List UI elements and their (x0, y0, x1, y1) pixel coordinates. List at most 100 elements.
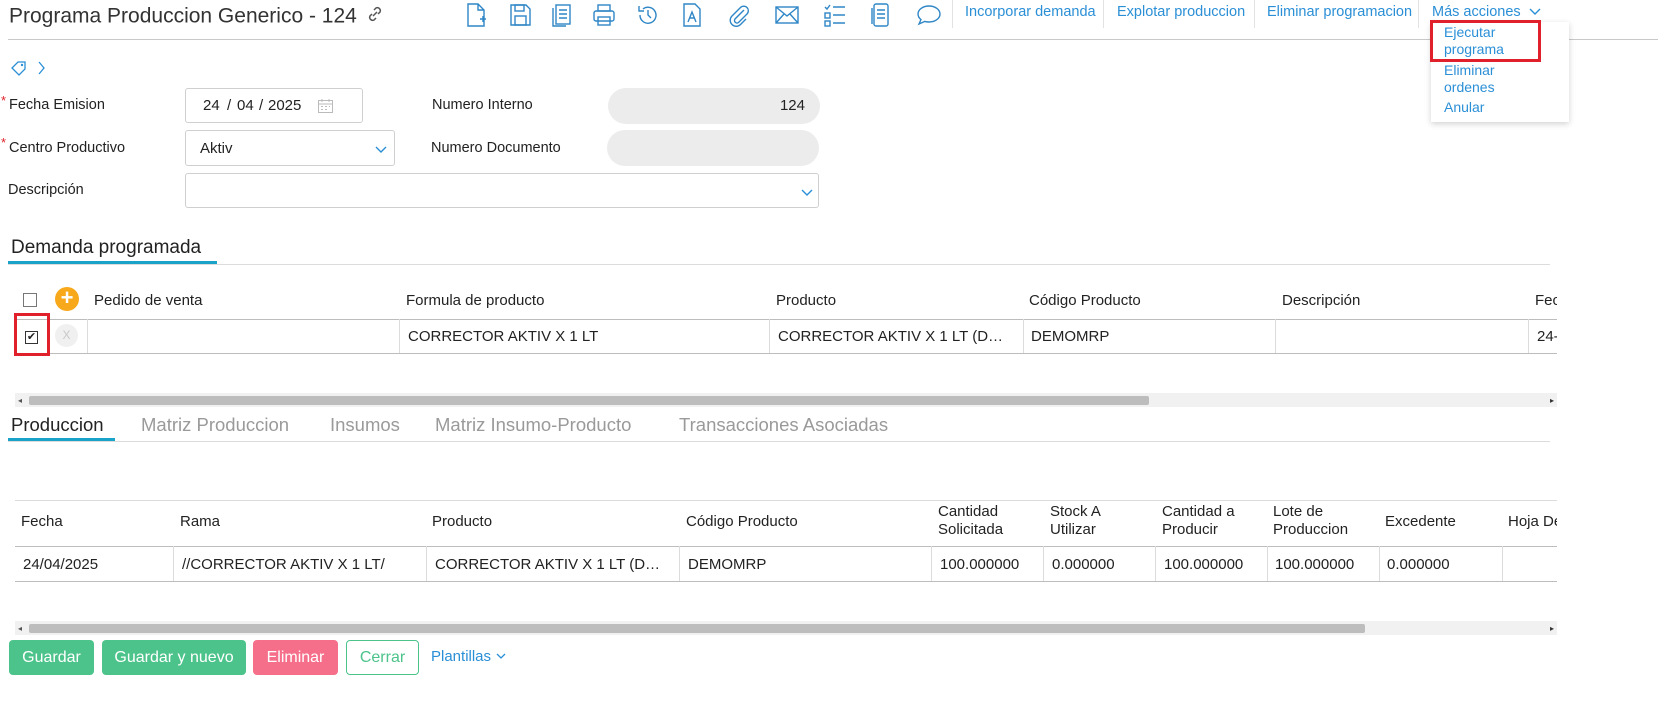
horizontal-scrollbar[interactable]: ◂ ▸ (15, 393, 1557, 407)
fecha-day: 24 (203, 97, 220, 114)
add-row-button[interactable]: + (55, 287, 79, 311)
doc-list-icon[interactable] (866, 0, 896, 30)
mas-acciones-label: Más acciones (1432, 4, 1521, 20)
table-cell[interactable]: 100.000000 (940, 556, 1040, 573)
column-header[interactable]: Rama (180, 513, 220, 530)
plus-icon: + (60, 285, 74, 310)
table-cell[interactable]: CORRECTOR AKTIV X 1 LT (D… (778, 328, 1018, 345)
scroll-right-icon[interactable]: ▸ (1550, 624, 1554, 633)
chevron-right-icon[interactable] (36, 59, 46, 81)
mas-acciones-dropdown[interactable]: Más acciones (1432, 4, 1542, 20)
eliminar-programacion-link[interactable]: Eliminar programacion (1267, 4, 1412, 20)
history-icon[interactable] (633, 0, 663, 30)
descripcion-select[interactable] (185, 173, 819, 208)
tab-insumos[interactable]: Insumos (330, 414, 400, 436)
eliminar-button[interactable]: Eliminar (253, 640, 338, 675)
print-icon[interactable] (589, 0, 619, 30)
plantillas-dropdown[interactable]: Plantillas (431, 648, 507, 665)
table-cell[interactable]: 0.000000 (1052, 556, 1152, 573)
page-title: Programa Produccion Generico - 124 (9, 4, 385, 30)
column-header[interactable]: Fec (1535, 292, 1557, 309)
table-cell[interactable]: 100.000000 (1164, 556, 1264, 573)
column-header[interactable]: Código Producto (1029, 292, 1141, 309)
comment-icon[interactable] (914, 0, 944, 30)
column-header[interactable]: Excedente (1385, 513, 1456, 530)
column-header[interactable]: Lote de Produccion (1273, 503, 1348, 539)
column-header[interactable]: Pedido de venta (94, 292, 202, 309)
table-cell[interactable]: 100.000000 (1275, 556, 1375, 573)
table-cell[interactable]: 24- (1537, 328, 1557, 345)
tab-matriz-insumo-producto[interactable]: Matriz Insumo-Producto (435, 414, 631, 436)
remove-row-button[interactable]: X (55, 324, 78, 347)
centro-productivo-select[interactable]: Aktiv (185, 130, 395, 166)
text-doc-icon[interactable] (677, 0, 707, 30)
highlight-box-menu (1430, 20, 1541, 62)
menu-item-eliminar-ordenes[interactable]: Eliminar ordenes (1444, 62, 1495, 96)
highlight-box-checkbox (14, 313, 50, 356)
scroll-right-icon[interactable]: ▸ (1550, 396, 1554, 405)
guardar-button[interactable]: Guardar (9, 640, 94, 675)
table-row[interactable]: 24/04/2025 //CORRECTOR AKTIV X 1 LT/ COR… (15, 546, 1557, 581)
menu-item-anular[interactable]: Anular (1444, 99, 1484, 116)
column-header[interactable]: Fecha (21, 513, 63, 530)
scroll-left-icon[interactable]: ◂ (18, 396, 22, 405)
table-cell[interactable]: 24/04/2025 (23, 556, 173, 573)
numero-interno-value: 124 (779, 97, 805, 114)
tab-matriz-produccion[interactable]: Matriz Produccion (141, 414, 289, 436)
fecha-emision-label: Fecha Emision (9, 97, 105, 113)
new-doc-icon[interactable] (461, 0, 491, 30)
column-header[interactable]: Cantidad a Producir (1162, 503, 1235, 539)
table-cell[interactable]: DEMOMRP (688, 556, 928, 573)
numero-interno-field[interactable]: 124 (608, 88, 820, 124)
fecha-month: 04 (237, 97, 254, 114)
chevron-down-icon (1529, 8, 1541, 15)
numero-documento-label: Numero Documento (431, 140, 561, 156)
tab-produccion[interactable]: Produccion (11, 414, 104, 436)
tag-icon[interactable] (10, 59, 28, 81)
chevron-down-icon (801, 189, 813, 196)
column-header[interactable]: Código Producto (686, 513, 798, 530)
cerrar-button[interactable]: Cerrar (346, 640, 419, 675)
numero-documento-field[interactable] (607, 130, 819, 166)
link-icon[interactable] (365, 4, 385, 30)
section-demanda-title[interactable]: Demanda programada (11, 237, 201, 259)
fecha-year: 2025 (268, 97, 302, 114)
table-cell[interactable]: CORRECTOR AKTIV X 1 LT (D… (435, 556, 675, 573)
table-cell[interactable]: //CORRECTOR AKTIV X 1 LT/ (182, 556, 422, 573)
attach-icon[interactable] (724, 0, 754, 30)
scroll-left-icon[interactable]: ◂ (18, 624, 22, 633)
scrollbar-thumb[interactable] (29, 624, 1365, 633)
scrollbar-thumb[interactable] (29, 396, 1149, 405)
required-mark: * (1, 93, 7, 108)
column-header[interactable]: Stock A Utilizar (1050, 503, 1101, 539)
table-cell[interactable]: CORRECTOR AKTIV X 1 LT (408, 328, 768, 345)
mail-icon[interactable] (772, 0, 802, 30)
table-cell[interactable]: DEMOMRP (1031, 328, 1271, 345)
chevron-down-icon (375, 146, 387, 153)
column-header[interactable]: Producto (776, 292, 836, 309)
column-header[interactable]: Formula de producto (406, 292, 544, 309)
table-cell[interactable]: 0.000000 (1387, 556, 1487, 573)
guardar-y-nuevo-button[interactable]: Guardar y nuevo (102, 640, 246, 675)
column-header[interactable]: Cantidad Solicitada (938, 503, 1003, 539)
column-header[interactable]: Descripción (1282, 292, 1360, 309)
tab-transacciones-asociadas[interactable]: Transacciones Asociadas (679, 414, 888, 436)
incorporar-demanda-link[interactable]: Incorporar demanda (965, 4, 1096, 20)
save-icon[interactable] (505, 0, 535, 30)
copy-icon[interactable] (547, 0, 577, 30)
checklist-icon[interactable] (820, 0, 850, 30)
table-row[interactable]: ✔ X CORRECTOR AKTIV X 1 LT CORRECTOR AKT… (15, 319, 1557, 353)
select-all-checkbox[interactable] (23, 293, 37, 307)
centro-productivo-label: Centro Productivo (9, 140, 126, 156)
column-header[interactable]: Hoja De (1508, 513, 1557, 530)
calendar-icon[interactable] (317, 98, 334, 114)
chevron-down-icon (496, 653, 506, 659)
horizontal-scrollbar[interactable]: ◂ ▸ (15, 621, 1557, 635)
descripcion-label: Descripción (8, 182, 84, 198)
plantillas-label: Plantillas (431, 648, 492, 665)
close-icon: X (62, 328, 71, 342)
explotar-produccion-link[interactable]: Explotar produccion (1117, 4, 1245, 20)
column-header[interactable]: Producto (432, 513, 492, 530)
numero-interno-label: Numero Interno (432, 97, 533, 113)
fecha-emision-field[interactable]: 24 / 04 / 2025 (185, 88, 363, 123)
